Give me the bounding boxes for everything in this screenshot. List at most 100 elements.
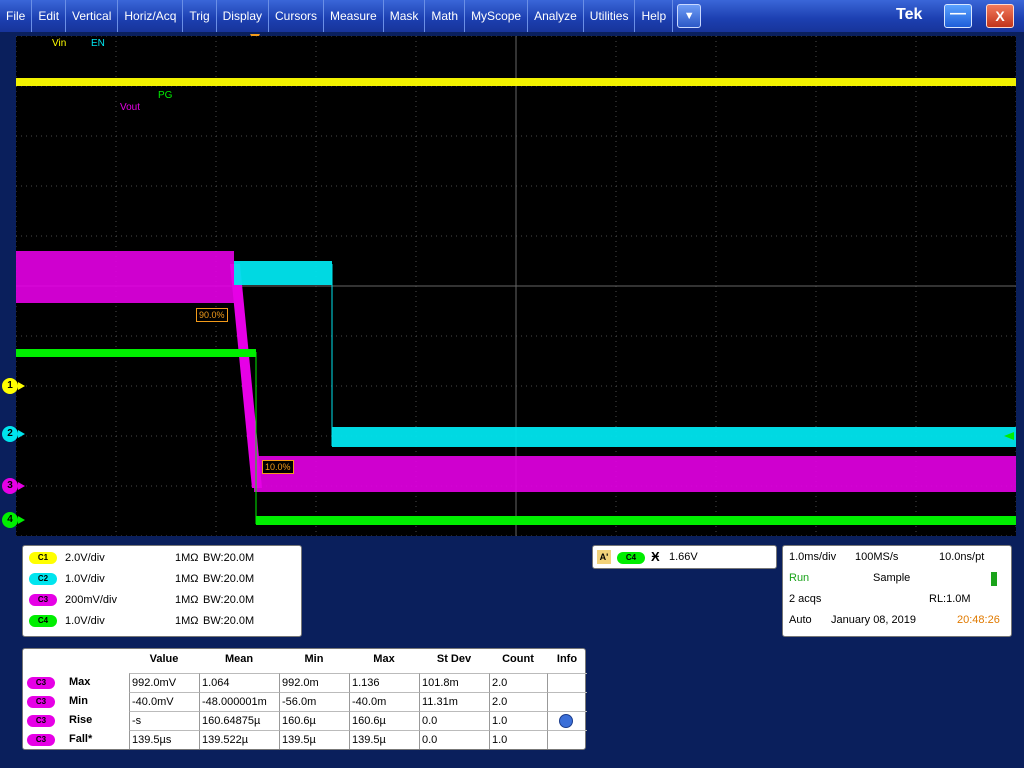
ch3-badge: C3 (29, 594, 57, 606)
measurement-label[interactable]: C3 Fall* (27, 730, 92, 749)
measurement-cell: 1.064 (199, 673, 279, 692)
menu-analyze[interactable]: Analyze (528, 0, 584, 32)
menu-help[interactable]: Help (635, 0, 674, 32)
measurement-cell: -40.0m (349, 692, 419, 711)
measurement-source-badge: C3 (27, 714, 55, 727)
sample-rate: 100MS/s (855, 551, 899, 563)
trigger-mode: Auto (789, 614, 812, 626)
measurement-label[interactable]: C3 Rise (27, 711, 92, 730)
header-max: Max (373, 653, 395, 665)
trigger-level: 1.66V (669, 551, 698, 563)
time: 20:48:26 (957, 614, 1000, 626)
ch1-arrow-icon (18, 382, 25, 390)
measurement-cell: 1.136 (349, 673, 419, 692)
menu-file[interactable]: File (0, 0, 33, 32)
measurement-cell: 992.0mV (129, 673, 199, 692)
run-state: Run (789, 572, 810, 584)
ch4-impedance: 1MΩ (175, 615, 199, 627)
ch2-trace-low (332, 427, 1016, 447)
measurement-source-badge: C3 (27, 695, 55, 708)
header-count: Count (502, 653, 534, 665)
ch3-bandwidth: BW:20.0M (203, 594, 255, 606)
ch2-bandwidth: BW:20.0M (203, 573, 255, 585)
ch2-vertical-row[interactable]: C2 1.0V/div 1MΩ BW:20.0M (29, 569, 263, 589)
trigger-source-badge: C4 (617, 552, 645, 564)
measurement-cell: 1.0 (489, 730, 547, 749)
acquisition-panel[interactable]: 1.0ms/div 100MS/s 10.0ns/pt Run Sample 2… (782, 545, 1012, 637)
waveform-display[interactable]: Vin EN PG Vout 90.0% 10.0% (16, 36, 1016, 536)
ch3-vertical-row[interactable]: C3 200mV/div 1MΩ BW:20.0M (29, 590, 263, 610)
measurement-cell: -s (129, 711, 199, 730)
measurement-cell: 139.5µ (349, 730, 419, 749)
measurement-cell: 160.6µ (279, 711, 349, 730)
ch2-arrow-icon (18, 430, 25, 438)
ch4-trace-high (16, 349, 256, 357)
waveform-svg (16, 36, 1016, 536)
ch4-badge: C4 (29, 615, 57, 627)
tek-logo: Tek (896, 6, 923, 23)
ch1-trace (16, 78, 1016, 86)
menu-myscope[interactable]: MyScope (465, 0, 529, 32)
measurement-cell: -48.000001m (199, 692, 279, 711)
menu-dropdown-button[interactable]: ▼ (677, 4, 702, 28)
menu-mask[interactable]: Mask (384, 0, 426, 32)
ch2-impedance: 1MΩ (175, 573, 199, 585)
measurement-cell (547, 692, 587, 711)
ch1-badge: C1 (29, 552, 57, 564)
ch1-vdiv: 2.0V/div (65, 552, 105, 564)
vin-label: Vin (52, 38, 67, 49)
close-button[interactable]: X (986, 4, 1014, 28)
measurement-cell: 139.5µ (279, 730, 349, 749)
measurement-label[interactable]: C3 Min (27, 692, 88, 711)
resolution: 10.0ns/pt (939, 551, 985, 563)
ch3-trace-high (16, 251, 234, 303)
menu-horiz-acq[interactable]: Horiz/Acq (118, 0, 184, 32)
vertical-settings-panel: C1 2.0V/div 1MΩ BW:20.0M C2 1.0V/div 1MΩ… (22, 545, 302, 637)
menu-cursors[interactable]: Cursors (269, 0, 325, 32)
menu-edit[interactable]: Edit (32, 0, 67, 32)
ch4-bandwidth: BW:20.0M (203, 615, 255, 627)
vout-label: Vout (120, 102, 141, 113)
trigger-readout[interactable]: A' C4 Ӿ 1.66V (592, 545, 777, 569)
ch2-trace-high (234, 261, 332, 285)
measurement-cell (547, 730, 587, 749)
date: January 08, 2019 (831, 614, 917, 626)
measurement-cell: 160.6µ (349, 711, 419, 730)
menu-vertical[interactable]: Vertical (66, 0, 119, 32)
menu-utilities[interactable]: Utilities (584, 0, 636, 32)
ch3-arrow-icon (18, 482, 25, 490)
measurement-label[interactable]: C3 Max (27, 673, 90, 692)
ch4-vertical-row[interactable]: C4 1.0V/div 1MΩ BW:20.0M (29, 611, 263, 631)
measurement-cell: 139.522µ (199, 730, 279, 749)
ch3-trace-edge (230, 264, 262, 488)
en-label: EN (91, 38, 105, 49)
ch2-badge: C2 (29, 573, 57, 585)
ch3-ground-marker[interactable]: 3 (2, 478, 18, 494)
measurement-cell: 2.0 (489, 673, 547, 692)
ch3-impedance: 1MΩ (175, 594, 199, 606)
ch1-ground-marker[interactable]: 1 (2, 378, 18, 394)
measurement-type: Max (69, 676, 91, 688)
acq-count: 2 acqs (789, 593, 822, 605)
header-mean: Mean (224, 653, 254, 665)
measurement-cell: -56.0m (279, 692, 349, 711)
menu-measure[interactable]: Measure (324, 0, 384, 32)
acquisition-mode: Sample (873, 572, 911, 584)
measurement-cell: -40.0mV (129, 692, 199, 711)
ch2-ground-marker[interactable]: 2 (2, 426, 18, 442)
minimize-button[interactable]: — (944, 4, 972, 28)
measurement-type: Min (69, 695, 88, 707)
ch3-vdiv: 200mV/div (65, 594, 117, 606)
ch4-trace-low (256, 516, 1016, 525)
trigger-slope-icon: Ӿ (651, 549, 660, 564)
info-icon[interactable] (559, 714, 573, 728)
header-value: Value (149, 653, 179, 665)
measurement-source-badge: C3 (27, 676, 55, 689)
ch1-vertical-row[interactable]: C1 2.0V/div 1MΩ BW:20.0M (29, 548, 263, 568)
ch4-ground-marker[interactable]: 4 (2, 512, 18, 528)
measurement-table: Value Mean Min Max St Dev Count Info C3 M… (22, 648, 587, 750)
menu-trig[interactable]: Trig (183, 0, 217, 32)
menu-bar: File Edit Vertical Horiz/Acq Trig Displa… (0, 0, 1024, 32)
menu-math[interactable]: Math (425, 0, 466, 32)
menu-display[interactable]: Display (217, 0, 269, 32)
